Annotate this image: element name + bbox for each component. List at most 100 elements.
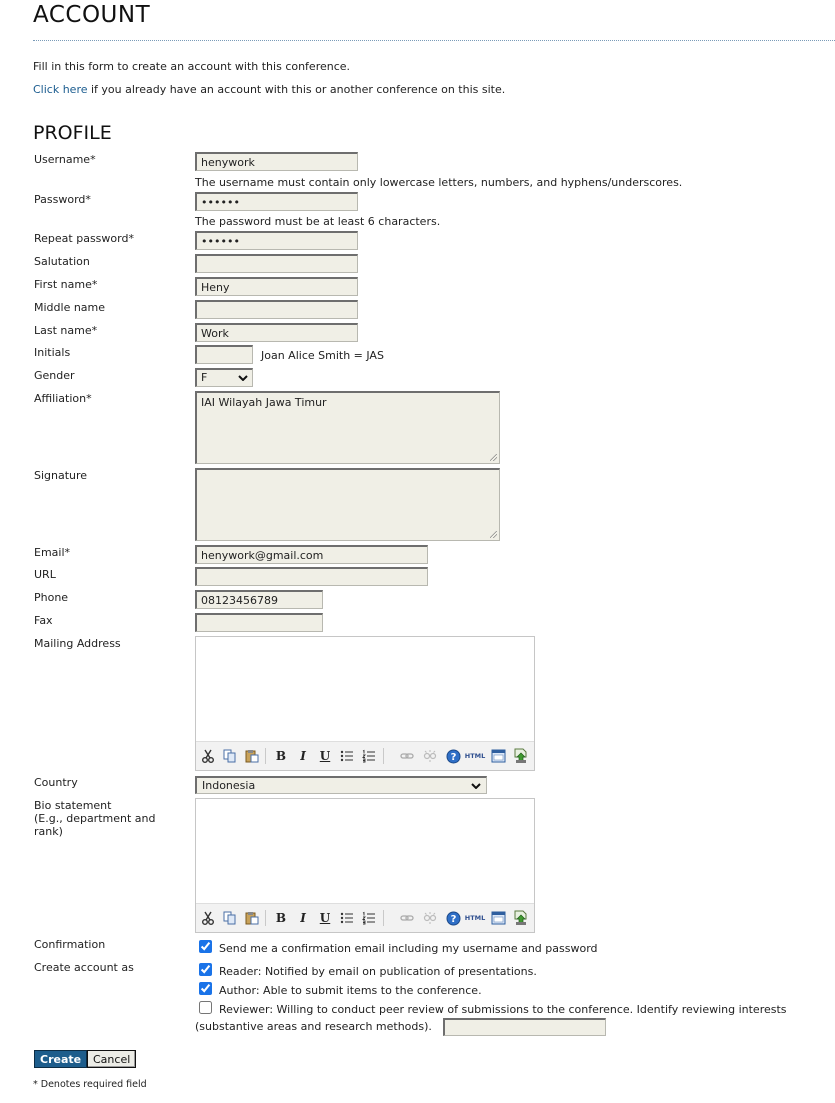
phone-input[interactable]: [195, 590, 323, 609]
click-here-link[interactable]: Click here: [33, 83, 88, 96]
gender-select[interactable]: F: [195, 368, 253, 387]
bio-editor[interactable]: B I U ? HTML: [195, 798, 535, 933]
country-select[interactable]: Indonesia: [195, 776, 487, 794]
repeat-password-label: Repeat password*: [34, 232, 134, 245]
reviewing-interests-input[interactable]: [443, 1018, 606, 1036]
gender-label: Gender: [34, 369, 75, 382]
bio-label-sub: (E.g., department and rank): [34, 812, 156, 838]
last-name-label: Last name*: [34, 324, 98, 337]
resize-handle-icon[interactable]: [490, 454, 497, 461]
fax-label: Fax: [34, 614, 53, 627]
phone-label: Phone: [34, 591, 69, 604]
initials-help: Joan Alice Smith = JAS: [261, 349, 384, 362]
italic-icon[interactable]: I: [295, 748, 311, 764]
middle-name-input[interactable]: [195, 300, 358, 319]
author-checkbox[interactable]: [199, 982, 212, 995]
bold-icon[interactable]: B: [273, 748, 289, 764]
copy-icon[interactable]: [222, 748, 238, 764]
unlink-icon[interactable]: [422, 748, 438, 764]
bullet-list-icon[interactable]: [339, 910, 355, 926]
affiliation-value: IAI Wilayah Jawa Timur: [201, 396, 327, 409]
reader-text: Reader: Notified by email on publication…: [219, 965, 537, 978]
image-upload-icon[interactable]: [513, 748, 529, 764]
unlink-icon[interactable]: [422, 910, 438, 926]
bullet-list-icon[interactable]: [339, 748, 355, 764]
create-button[interactable]: Create: [34, 1050, 88, 1068]
author-text: Author: Able to submit items to the conf…: [219, 984, 482, 997]
bold-icon[interactable]: B: [273, 910, 289, 926]
numbered-list-icon[interactable]: [361, 910, 377, 926]
html-icon[interactable]: HTML: [464, 910, 486, 926]
affiliation-textarea[interactable]: IAI Wilayah Jawa Timur: [195, 391, 500, 464]
first-name-input[interactable]: [195, 277, 358, 296]
html-icon[interactable]: HTML: [464, 748, 486, 764]
email-label: Email*: [34, 546, 71, 559]
svg-text:?: ?: [450, 752, 456, 763]
gender-selected-value: F: [201, 371, 208, 384]
login-line: Click here if you already have an accoun…: [33, 83, 505, 96]
signature-textarea[interactable]: [195, 468, 500, 541]
reviewer-text: Reviewer: Willing to conduct peer review…: [219, 1003, 787, 1016]
confirmation-text: Send me a confirmation email including m…: [219, 942, 598, 955]
repeat-password-input[interactable]: [195, 231, 358, 250]
initials-label: Initials: [34, 346, 71, 359]
required-note: * Denotes required field: [33, 1079, 147, 1090]
url-label: URL: [34, 568, 56, 581]
numbered-list-icon[interactable]: [361, 748, 377, 764]
username-help: The username must contain only lowercase…: [195, 176, 683, 189]
image-upload-icon[interactable]: [513, 910, 529, 926]
confirmation-checkbox[interactable]: [199, 940, 212, 953]
email-input[interactable]: [195, 545, 428, 564]
link-icon[interactable]: [399, 748, 415, 764]
salutation-label: Salutation: [34, 255, 90, 268]
reviewer-text-2: (substantive areas and research methods)…: [195, 1020, 432, 1033]
section-title: PROFILE: [33, 122, 112, 144]
cut-icon[interactable]: [200, 910, 216, 926]
resize-handle-icon[interactable]: [490, 531, 497, 538]
chevron-down-icon: [238, 375, 248, 381]
help-icon[interactable]: ?: [445, 748, 461, 764]
intro-text: Fill in this form to create an account w…: [33, 60, 351, 73]
signature-label: Signature: [34, 469, 88, 482]
middle-name-label: Middle name: [34, 301, 106, 314]
fax-input[interactable]: [195, 613, 323, 632]
page-title: ACCOUNT: [33, 2, 151, 28]
country-label: Country: [34, 776, 78, 789]
chevron-down-icon: [471, 783, 481, 789]
bio-toolbar: B I U ? HTML: [196, 903, 534, 932]
password-label: Password*: [34, 193, 91, 206]
mailing-address-toolbar: B I U ? HTML: [196, 741, 534, 770]
fullscreen-icon[interactable]: [490, 748, 506, 764]
paste-icon[interactable]: [244, 910, 260, 926]
reader-checkbox[interactable]: [199, 963, 212, 976]
mailing-address-editor[interactable]: B I U ? HTML: [195, 636, 535, 771]
create-as-label: Create account as: [34, 961, 134, 974]
help-icon[interactable]: ?: [445, 910, 461, 926]
username-input[interactable]: [195, 152, 358, 171]
first-name-label: First name*: [34, 278, 98, 291]
cut-icon[interactable]: [200, 748, 216, 764]
initials-input[interactable]: [195, 345, 253, 364]
italic-icon[interactable]: I: [295, 910, 311, 926]
username-label: Username*: [34, 153, 96, 166]
underline-icon[interactable]: U: [317, 748, 333, 764]
login-line-text: if you already have an account with this…: [87, 83, 506, 96]
mailing-address-label: Mailing Address: [34, 637, 121, 650]
underline-icon[interactable]: U: [317, 910, 333, 926]
copy-icon[interactable]: [222, 910, 238, 926]
last-name-input[interactable]: [195, 323, 358, 342]
password-input[interactable]: [195, 192, 358, 211]
password-help: The password must be at least 6 characte…: [195, 215, 441, 228]
affiliation-label: Affiliation*: [34, 392, 92, 405]
paste-icon[interactable]: [244, 748, 260, 764]
cancel-button[interactable]: Cancel: [87, 1050, 137, 1068]
reviewer-checkbox[interactable]: [199, 1001, 212, 1014]
country-selected-value: Indonesia: [202, 779, 256, 792]
bio-label: Bio statement: [34, 799, 112, 812]
link-icon[interactable]: [399, 910, 415, 926]
fullscreen-icon[interactable]: [490, 910, 506, 926]
url-input[interactable]: [195, 567, 428, 586]
salutation-input[interactable]: [195, 254, 358, 273]
title-divider: [33, 40, 835, 41]
confirmation-label: Confirmation: [34, 938, 106, 951]
